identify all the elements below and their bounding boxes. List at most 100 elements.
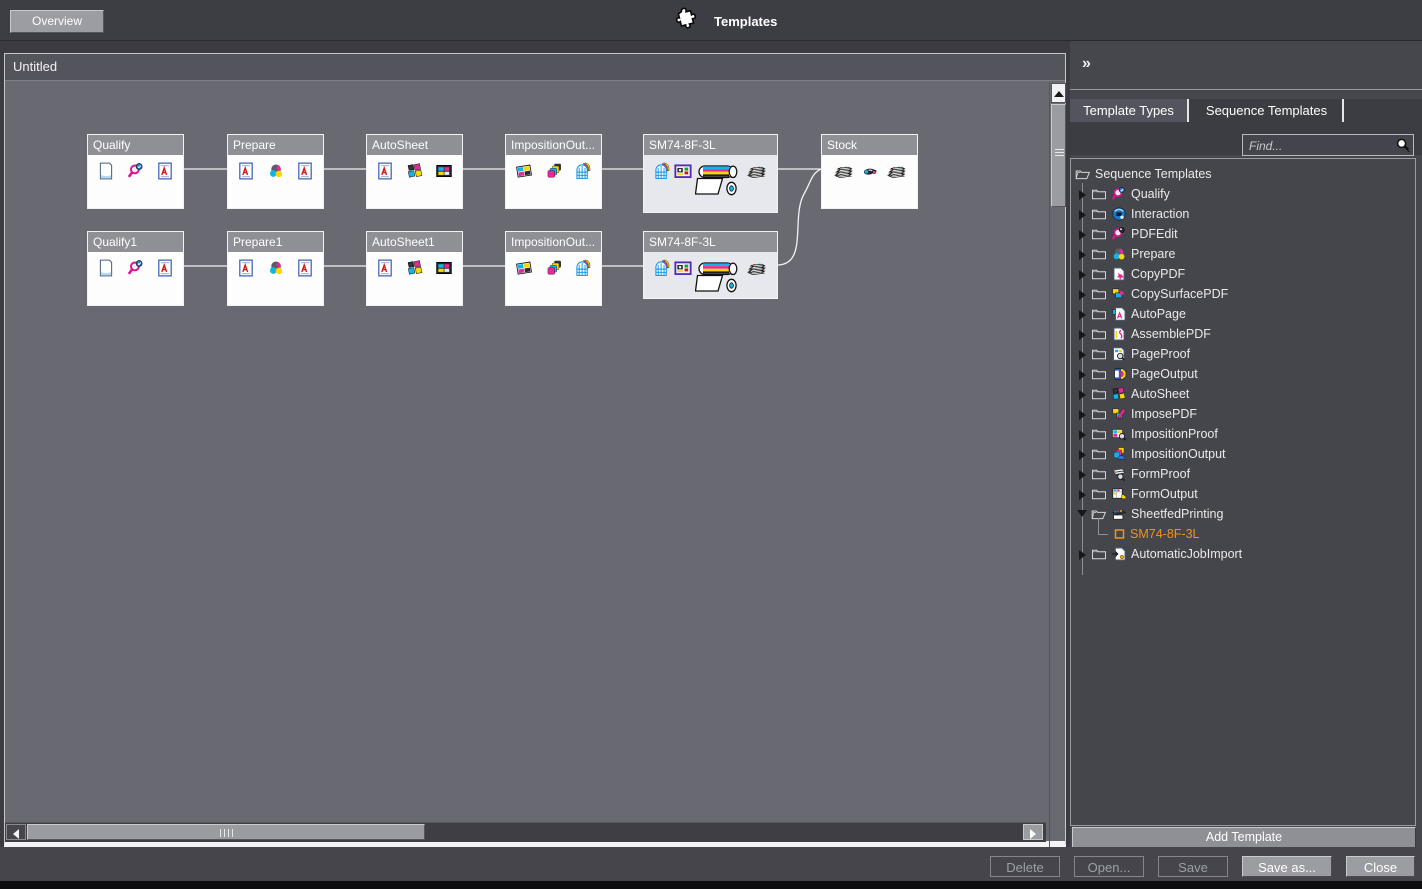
tree-item-autopage[interactable]: AutoPage [1071,304,1415,324]
gridpress-icon [574,162,592,180]
tree-item-qualify[interactable]: Qualify [1071,184,1415,204]
workflow-node[interactable]: ImpositionOut... [505,231,602,306]
vertical-scrollbar[interactable] [1049,82,1067,875]
tree-item-interaction[interactable]: Interaction [1071,204,1415,224]
tab-sequence-templates[interactable]: Sequence Templates [1191,99,1344,122]
gridpress-icon [653,162,671,180]
add-template-button[interactable]: Add Template [1072,827,1416,848]
pdf-icon [296,162,314,180]
tree-item-impositionproof[interactable]: ImpositionProof [1071,424,1415,444]
tree-item-formoutput[interactable]: FormOutput [1071,484,1415,504]
folderClosed-icon [1091,306,1107,322]
node-title: ImpositionOut... [506,232,601,252]
chevron-right-icon[interactable] [1079,330,1086,340]
node-title: SM74-8F-3L [644,135,777,155]
chevron-right-icon[interactable] [1079,470,1086,480]
tree-item-copypdf[interactable]: CopyPDF [1071,264,1415,284]
close-button[interactable]: Close [1346,856,1415,877]
sheetfed-icon [1111,506,1127,522]
autosheet-icon [1111,386,1127,402]
workflow-node[interactable]: Qualify1 [87,231,184,306]
tree-item-sm74-8f-3l[interactable]: SM74-8F-3L [1071,524,1415,544]
workflow-node[interactable]: AutoSheet1 [366,231,463,306]
overview-button[interactable]: Overview [10,10,104,33]
stackedsheets-icon [545,162,563,180]
workflow-node[interactable]: Qualify [87,134,184,209]
chevron-right-icon[interactable] [1079,230,1086,240]
search-icon[interactable] [1395,137,1411,153]
tree-item-sheetfedprinting[interactable]: SheetfedPrinting [1071,504,1415,524]
chevron-right-icon[interactable] [1079,370,1086,380]
workflow-node[interactable]: ImpositionOut... [505,134,602,209]
scroll-right-button[interactable] [1023,824,1043,840]
tree-item-pageproof[interactable]: PageProof [1071,344,1415,364]
scroll-left-button[interactable] [6,824,26,840]
tree-item-label: AutoPage [1131,307,1186,321]
workflow-node[interactable]: SM74-8F-3L [643,231,778,299]
chevron-right-icon[interactable] [1079,390,1086,400]
pdfedit-icon [1111,226,1127,242]
collapse-panel-icon[interactable]: » [1082,55,1091,73]
workflow-canvas[interactable]: Qualify Prepare AutoSheet ImpositionOut... S… [5,81,1046,821]
footer-bar: Delete Open... Save Save as... Close [0,847,1422,881]
tree-item-prepare[interactable]: Prepare [1071,244,1415,264]
tree-item-label: PageOutput [1131,367,1198,381]
workflow-node[interactable]: Prepare [227,134,324,209]
tree-root-label: Sequence Templates [1095,167,1212,181]
node-title: SM74-8F-3L [644,232,777,252]
interaction-icon [1111,206,1127,222]
sidebar: » Template Types Sequence Templates Sequ… [1070,41,1422,847]
chevron-right-icon[interactable] [1079,490,1086,500]
save-button[interactable]: Save [1158,856,1228,877]
folderClosed-icon [1091,206,1107,222]
impositionoutput-icon [1111,446,1127,462]
chevron-right-icon[interactable] [1079,210,1086,220]
chevron-right-icon[interactable] [1079,410,1086,420]
tree-item-assemblepdf[interactable]: AssemblePDF [1071,324,1415,344]
stackedsheets-icon [545,259,563,277]
copypdf-icon [1111,266,1127,282]
chevron-right-icon[interactable] [1079,290,1086,300]
tree-item-copysurfacepdf[interactable]: CopySurfacePDF [1071,284,1415,304]
node-title: AutoSheet1 [367,232,462,252]
impositionproof-icon [1111,426,1127,442]
chevron-right-icon[interactable] [1079,190,1086,200]
chevron-right-icon[interactable] [1079,430,1086,440]
folderOpen-icon [1091,506,1107,522]
tree-root[interactable]: Sequence Templates [1071,164,1415,184]
saveas-button[interactable]: Save as... [1242,856,1332,877]
chevron-right-icon[interactable] [1079,550,1086,560]
folderClosed-icon [1091,426,1107,442]
workflow-node[interactable]: Stock [821,134,918,209]
tree-item-automaticjobimport[interactable]: AutomaticJobImport [1071,544,1415,564]
folderClosed-icon [1091,386,1107,402]
workflow-node[interactable]: SM74-8F-3L [643,134,778,213]
tree-item-pageoutput[interactable]: PageOutput [1071,364,1415,384]
open-button[interactable]: Open... [1074,856,1144,877]
tree-item-autosheet[interactable]: AutoSheet [1071,384,1415,404]
workflow-node[interactable]: Prepare1 [227,231,324,306]
tree-item-impositionoutput[interactable]: ImpositionOutput [1071,444,1415,464]
chevron-right-icon[interactable] [1079,450,1086,460]
chevron-down-icon[interactable] [1077,510,1087,517]
horizontal-scroll-thumb[interactable] [27,824,425,840]
node-icons [644,252,777,295]
pdf-icon [156,162,174,180]
tree-item-imposepdf[interactable]: ImposePDF [1071,404,1415,424]
workflow-node[interactable]: AutoSheet [366,134,463,209]
chevron-right-icon[interactable] [1079,310,1086,320]
find-input[interactable] [1247,136,1391,156]
tree-item-formproof[interactable]: FormProof [1071,464,1415,484]
bottom-strip [0,881,1422,889]
tree-item-pdfedit[interactable]: PDFEdit [1071,224,1415,244]
horizontal-scrollbar[interactable] [5,822,1046,842]
chevron-right-icon[interactable] [1079,270,1086,280]
scroll-up-button[interactable] [1051,83,1066,103]
node-title: ImpositionOut... [506,135,601,155]
tab-template-types[interactable]: Template Types [1070,99,1189,122]
vertical-scroll-thumb[interactable] [1051,104,1066,207]
orangeSquare-icon [1112,526,1128,542]
delete-button[interactable]: Delete [990,856,1060,877]
chevron-right-icon[interactable] [1079,350,1086,360]
chevron-right-icon[interactable] [1079,250,1086,260]
